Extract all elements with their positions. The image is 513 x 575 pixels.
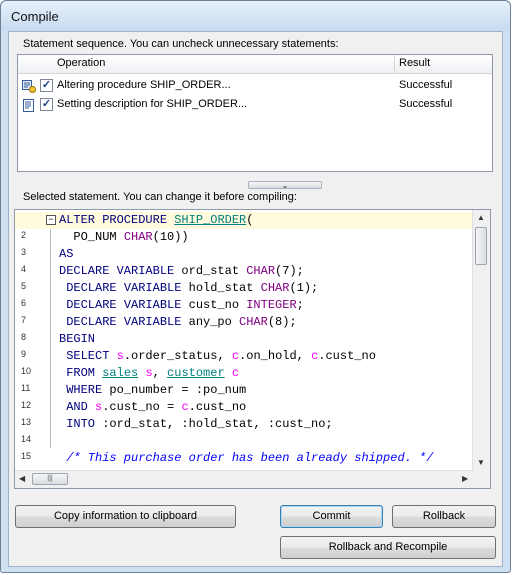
- code-text: SELECT s.order_status, c.on_hold, c.cust…: [66, 349, 376, 363]
- code-text: FROM sales s, customer c: [66, 366, 240, 380]
- line-number: 10: [21, 366, 32, 376]
- line-number: 12: [21, 400, 32, 410]
- line-number: 4: [21, 264, 27, 274]
- line-number: 8: [21, 332, 27, 342]
- rollback-and-recompile-button[interactable]: Rollback and Recompile: [280, 536, 496, 559]
- statement-operation: Setting description for SHIP_ORDER...: [57, 98, 248, 110]
- line-number: 13: [21, 417, 32, 427]
- column-separator[interactable]: [394, 55, 395, 73]
- scroll-left-arrow-icon[interactable]: ◀: [19, 474, 25, 483]
- code-text: DECLARE VARIABLE hold_stat CHAR(1);: [66, 281, 319, 295]
- code-line[interactable]: 2 PO_NUM CHAR(10)): [15, 229, 475, 246]
- line-number: 7: [21, 315, 27, 325]
- line-number: 11: [21, 383, 31, 393]
- horizontal-scrollbar[interactable]: ◀ ||| ▶: [15, 470, 475, 488]
- statement-row[interactable]: ✓ Setting description for SHIP_ORDER... …: [18, 96, 492, 115]
- procedure-icon: [22, 80, 36, 93]
- statement-sequence-label: Statement sequence. You can uncheck unne…: [23, 38, 339, 50]
- line-number: 3: [21, 247, 27, 257]
- line-number: 15: [21, 451, 32, 461]
- title-bar[interactable]: Compile: [1, 1, 510, 31]
- sql-editor[interactable]: − ALTER PROCEDURE SHIP_ORDER( 2 PO_NUM C…: [14, 209, 491, 489]
- line-number: 6: [21, 298, 27, 308]
- code-line[interactable]: 5 DECLARE VARIABLE hold_stat CHAR(1);: [15, 280, 475, 297]
- code-line[interactable]: 10 FROM sales s, customer c: [15, 365, 475, 382]
- code-line[interactable]: 6 DECLARE VARIABLE cust_no INTEGER;: [15, 297, 475, 314]
- code-line[interactable]: − ALTER PROCEDURE SHIP_ORDER(: [15, 212, 475, 229]
- statement-result: Successful: [399, 79, 453, 91]
- line-number: 14: [21, 434, 32, 444]
- statement-grid: Operation Result ✓ Altering procedure SH…: [17, 54, 493, 172]
- line-number: 5: [21, 281, 27, 291]
- code-text: /* This purchase order has been already …: [59, 451, 434, 465]
- code-line[interactable]: 3 AS: [15, 246, 475, 263]
- code-text: AND s.cust_no = c.cust_no: [66, 400, 247, 414]
- statement-checkbox[interactable]: ✓: [40, 98, 53, 111]
- scroll-right-arrow-icon[interactable]: ▶: [462, 474, 468, 483]
- panel-splitter[interactable]: ⌄: [248, 181, 322, 190]
- code-text: DECLARE VARIABLE ord_stat CHAR(7);: [59, 264, 304, 278]
- code-text: PO_NUM CHAR(10)): [59, 230, 189, 244]
- code-line[interactable]: 12 AND s.cust_no = c.cust_no: [15, 399, 475, 416]
- vertical-scrollbar[interactable]: ▲ ▼: [472, 210, 490, 472]
- selected-statement-label: Selected statement. You can change it be…: [23, 191, 297, 203]
- code-line[interactable]: 15 /* This purchase order has been alrea…: [15, 450, 475, 467]
- grid-header: Operation Result: [18, 55, 492, 74]
- scroll-down-arrow-icon[interactable]: ▼: [477, 458, 485, 467]
- code-line[interactable]: 13 INTO :ord_stat, :hold_stat, :cust_no;: [15, 416, 475, 433]
- window-title: Compile: [11, 9, 59, 24]
- statement-row[interactable]: ✓ Altering procedure SHIP_ORDER... Succe…: [18, 77, 492, 96]
- description-icon: [22, 99, 36, 112]
- statement-operation: Altering procedure SHIP_ORDER...: [57, 79, 231, 91]
- code-text: DECLARE VARIABLE cust_no INTEGER;: [66, 298, 304, 312]
- code-text: INTO :ord_stat, :hold_stat, :cust_no;: [66, 417, 333, 431]
- code-line[interactable]: 4 DECLARE VARIABLE ord_stat CHAR(7);: [15, 263, 475, 280]
- rollback-button[interactable]: Rollback: [392, 505, 496, 528]
- code-text: AS: [59, 247, 74, 261]
- line-number: 2: [21, 230, 27, 240]
- code-text: DECLARE VARIABLE any_po CHAR(8);: [66, 315, 297, 329]
- code-line[interactable]: 11 WHERE po_number = :po_num: [15, 382, 475, 399]
- statement-result: Successful: [399, 98, 453, 110]
- vertical-scroll-thumb[interactable]: [475, 227, 487, 265]
- code-text: BEGIN: [59, 332, 96, 346]
- statement-checkbox[interactable]: ✓: [40, 79, 53, 92]
- scroll-up-arrow-icon[interactable]: ▲: [477, 213, 485, 222]
- line-number: 9: [21, 349, 27, 359]
- scroll-corner: [473, 471, 490, 488]
- fold-collapse-icon[interactable]: −: [46, 215, 56, 225]
- column-operation[interactable]: Operation: [57, 57, 105, 69]
- code-text: ALTER PROCEDURE SHIP_ORDER(: [59, 213, 254, 227]
- compile-window: Compile Statement sequence. You can unch…: [0, 0, 511, 573]
- code-line[interactable]: 9 SELECT s.order_status, c.on_hold, c.cu…: [15, 348, 475, 365]
- code-line[interactable]: 14: [15, 433, 475, 450]
- copy-to-clipboard-button[interactable]: Copy information to clipboard: [15, 505, 236, 528]
- horizontal-scroll-thumb[interactable]: |||: [32, 473, 68, 485]
- code-text: WHERE po_number = :po_num: [66, 383, 247, 397]
- code-line[interactable]: 8 BEGIN: [15, 331, 475, 348]
- column-result[interactable]: Result: [399, 57, 430, 69]
- code-line[interactable]: 7 DECLARE VARIABLE any_po CHAR(8);: [15, 314, 475, 331]
- commit-button[interactable]: Commit: [280, 505, 383, 528]
